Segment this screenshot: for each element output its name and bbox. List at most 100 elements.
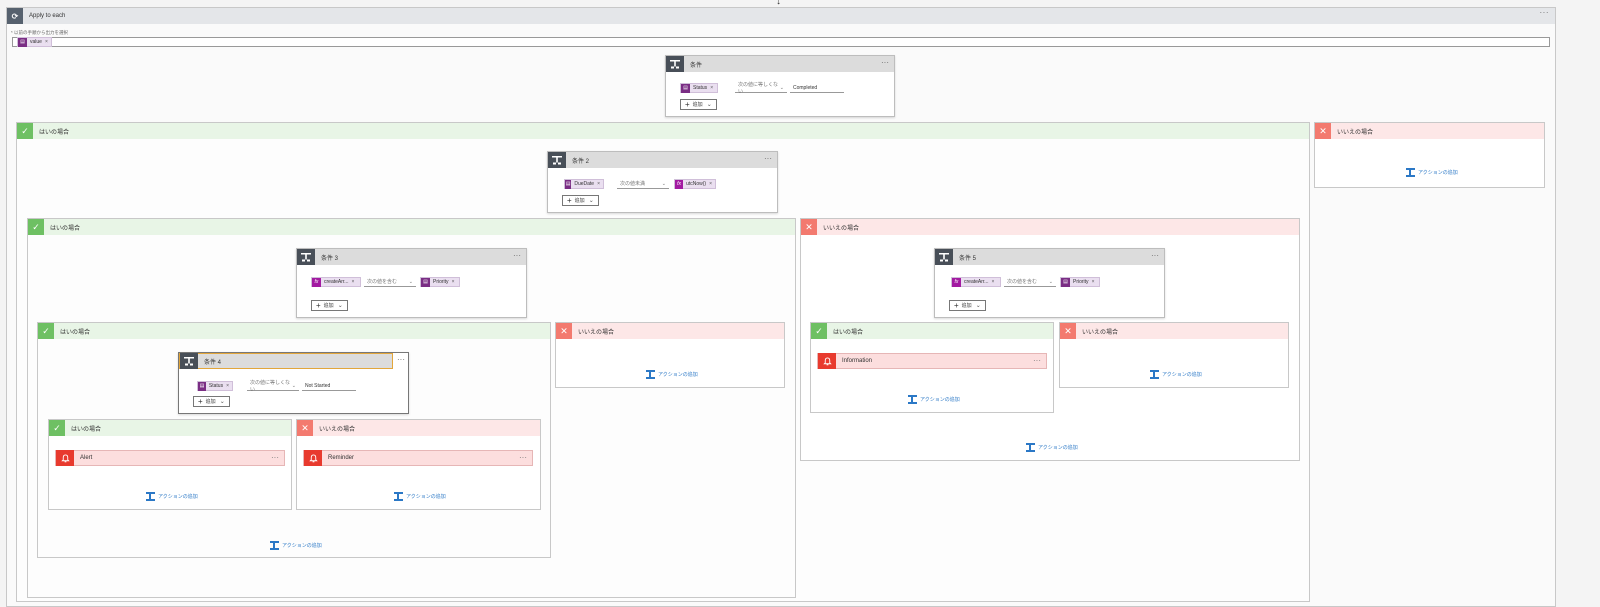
operator-select[interactable]: 次の値未満 ⌄	[617, 179, 669, 189]
condition-2-title: 条件 2	[572, 158, 590, 165]
add-action-link[interactable]: アクションの追加	[1150, 370, 1202, 379]
add-button[interactable]: + 追加 ⌄	[949, 300, 986, 311]
condition-1-title: 条件	[690, 62, 703, 69]
close-icon: ✕	[297, 420, 313, 436]
flow-arrow-icon: ↓	[776, 0, 781, 7]
check-icon: ✓	[38, 323, 54, 339]
no-branch-label: いいえの場合	[1082, 329, 1119, 336]
chevron-down-icon: ⌄	[291, 382, 296, 389]
remove-token-icon[interactable]: ×	[1092, 279, 1095, 285]
add-action-link[interactable]: アクションの追加	[908, 395, 960, 404]
condition-2-header[interactable]: 条件 2 ···	[548, 152, 777, 168]
remove-token-icon[interactable]: ×	[709, 181, 712, 187]
more-options-icon[interactable]: ···	[1540, 8, 1550, 17]
createarray-token[interactable]: fx createArr... ×	[311, 277, 361, 287]
more-options-icon[interactable]: ···	[1151, 251, 1159, 260]
yes-branch-label: はいの場合	[71, 426, 102, 433]
chevron-down-icon: ⌄	[219, 399, 225, 405]
more-options-icon[interactable]: ···	[1033, 356, 1041, 365]
utcnow-token[interactable]: fx utcNow() ×	[674, 179, 716, 189]
condition-icon	[548, 152, 566, 168]
apply-to-each-header[interactable]: ⟳ Apply to each ···	[7, 8, 1555, 24]
more-options-icon[interactable]: ···	[397, 355, 405, 364]
status-token[interactable]: ▤ Status ×	[197, 381, 233, 391]
add-button[interactable]: + 追加 ⌄	[680, 99, 717, 110]
value-token[interactable]: ▤ value ×	[17, 37, 52, 47]
close-icon: ✕	[1315, 123, 1331, 139]
add-action-icon	[394, 492, 403, 501]
add-action-link[interactable]: アクションの追加	[394, 492, 446, 501]
remove-token-icon[interactable]: ×	[710, 85, 713, 91]
token-icon: ▤	[565, 179, 572, 189]
operator-select[interactable]: 次の値を含む ⌄	[1004, 277, 1056, 287]
remove-token-icon[interactable]: ×	[226, 383, 229, 389]
more-options-icon[interactable]: ···	[271, 453, 279, 462]
no-branch-1: ✕ いいえの場合 アクションの追加	[1314, 122, 1545, 188]
operator-select[interactable]: 次の値を含む ⌄	[364, 277, 416, 287]
chevron-down-icon: ⌄	[588, 198, 594, 204]
close-icon: ✕	[801, 219, 817, 235]
check-icon: ✓	[49, 420, 65, 436]
plus-icon: +	[198, 396, 203, 406]
more-options-icon[interactable]: ···	[519, 453, 527, 462]
chevron-down-icon: ⌄	[975, 303, 981, 309]
chevron-down-icon: ⌄	[661, 180, 666, 187]
condition-icon	[180, 353, 198, 369]
select-output-field[interactable]: ▤ value ×	[12, 37, 1550, 47]
plus-icon: +	[685, 99, 690, 109]
reminder-action-card[interactable]: Reminder ···	[303, 450, 533, 466]
add-action-link[interactable]: アクションの追加	[646, 370, 698, 379]
condition-5-header[interactable]: 条件 5 ···	[935, 249, 1164, 265]
token-icon: ▤	[421, 277, 430, 287]
yes-branch-label: はいの場合	[833, 329, 864, 336]
no-branch-label: いいえの場合	[823, 225, 860, 232]
action-title: Alert	[80, 455, 93, 461]
add-action-link[interactable]: アクションの追加	[1406, 168, 1458, 177]
operator-select[interactable]: 次の値に等しくない ⌄	[735, 82, 787, 95]
remove-token-icon[interactable]: ×	[351, 279, 354, 285]
condition-4-header[interactable]: 条件 4	[179, 353, 393, 369]
chevron-down-icon: ⌄	[408, 278, 413, 285]
add-action-link[interactable]: アクションの追加	[146, 492, 198, 501]
add-button[interactable]: + 追加 ⌄	[193, 396, 230, 407]
plus-icon: +	[954, 300, 959, 310]
condition-icon	[666, 56, 684, 72]
remove-token-icon[interactable]: ×	[991, 279, 994, 285]
chevron-down-icon: ⌄	[1048, 278, 1053, 285]
more-options-icon[interactable]: ···	[764, 154, 772, 163]
apply-to-each-title: Apply to each	[29, 13, 66, 19]
condition-value-input[interactable]: Completed	[790, 83, 844, 93]
more-options-icon[interactable]: ···	[881, 58, 889, 67]
add-action-icon	[1150, 370, 1159, 379]
bell-icon	[56, 450, 74, 466]
condition-card-4: 条件 4 ··· ▤ Status × 次の値に等しくない ⌄ Not Start…	[178, 352, 409, 414]
add-button[interactable]: + 追加 ⌄	[562, 195, 599, 206]
add-action-link[interactable]: アクションの追加	[270, 541, 322, 550]
condition-card-1: 条件 ··· ▤ Status × 次の値に等しくない ⌄ Completed +…	[665, 55, 895, 117]
token-icon: ▤	[1061, 277, 1070, 287]
status-token[interactable]: ▤ Status ×	[680, 83, 718, 93]
priority-token[interactable]: ▤ Priority ×	[1060, 277, 1100, 287]
remove-token-icon[interactable]: ×	[45, 39, 48, 45]
token-icon: ▤	[681, 83, 690, 93]
plus-icon: +	[316, 300, 321, 310]
information-action-card[interactable]: Information ···	[817, 353, 1047, 369]
createarray-token[interactable]: fx createArr... ×	[951, 277, 1001, 287]
remove-token-icon[interactable]: ×	[452, 279, 455, 285]
condition-value-input[interactable]: Not Started	[302, 381, 356, 391]
bell-icon	[818, 353, 836, 369]
remove-token-icon[interactable]: ×	[597, 181, 600, 187]
condition-card-5: 条件 5 ··· fx createArr... × 次の値を含む ⌄ ▤ Pri…	[934, 248, 1165, 318]
alert-action-card[interactable]: Alert ···	[55, 450, 285, 466]
more-options-icon[interactable]: ···	[513, 251, 521, 260]
duedate-token[interactable]: ▤ DueDate ×	[564, 179, 604, 189]
operator-select[interactable]: 次の値に等しくない ⌄	[247, 380, 299, 393]
priority-token[interactable]: ▤ Priority ×	[420, 277, 460, 287]
condition-3-header[interactable]: 条件 3 ···	[297, 249, 526, 265]
add-button[interactable]: + 追加 ⌄	[311, 300, 348, 311]
condition-1-header[interactable]: 条件 ···	[666, 56, 894, 72]
loop-icon: ⟳	[7, 8, 23, 24]
add-action-link[interactable]: アクションの追加	[1026, 443, 1078, 452]
function-icon: fx	[312, 277, 321, 287]
token-icon: ▤	[18, 37, 27, 47]
